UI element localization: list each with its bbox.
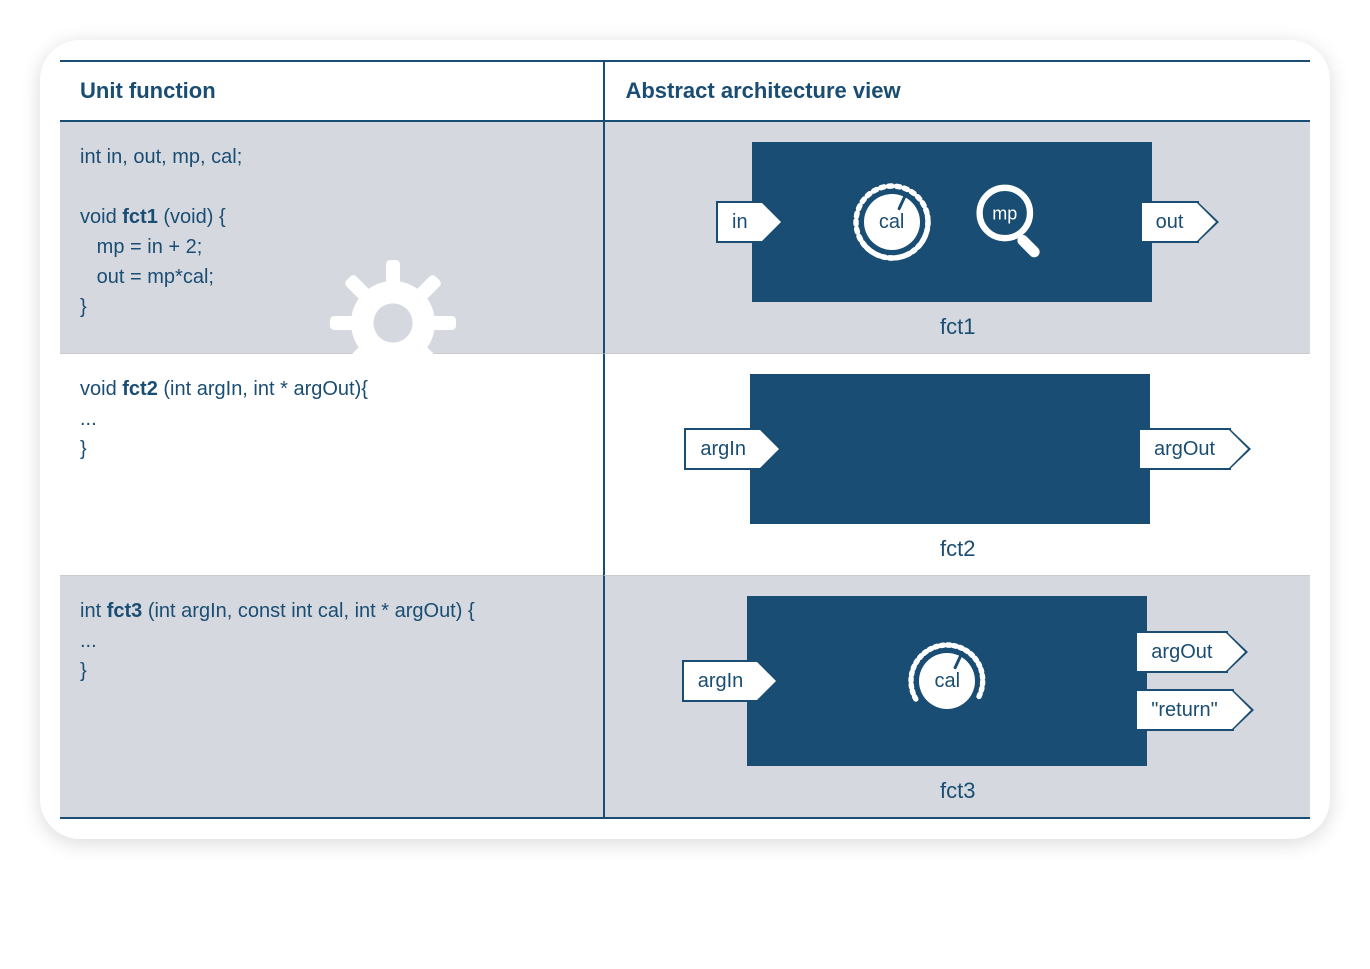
- block-fct1: cal mp: [752, 142, 1152, 302]
- row3-code-cell: int fct3 (int argIn, const int cal, int …: [60, 576, 603, 819]
- output-tag: "return": [1135, 689, 1233, 731]
- dial-cal: cal: [902, 636, 992, 726]
- row3-code: int fct3 (int argIn, const int cal, int …: [80, 596, 583, 686]
- row2-code: void fct2 (int argIn, int * argOut){ ...…: [80, 374, 583, 464]
- diagram-grid: Unit function Abstract architecture view…: [60, 60, 1310, 819]
- row1-arch: in cal mp: [615, 142, 1300, 302]
- block-label: fct1: [940, 310, 975, 343]
- output-tag: argOut: [1135, 631, 1228, 673]
- input-tag: argIn: [682, 660, 760, 702]
- output-tag: out: [1140, 201, 1200, 243]
- svg-text:mp: mp: [992, 203, 1017, 223]
- row2-arch-cell: argIn argOut fct2: [603, 354, 1310, 576]
- block-fct3: cal: [747, 596, 1147, 766]
- row3-arch-cell: argIn cal argOut "return" fct3: [603, 576, 1310, 819]
- block-label: fct3: [940, 774, 975, 807]
- diagram-card: Unit function Abstract architecture view…: [40, 40, 1330, 839]
- input-tag: in: [716, 201, 764, 243]
- dial-label: cal: [935, 666, 961, 696]
- row2-code-cell: void fct2 (int argIn, int * argOut){ ...…: [60, 354, 603, 576]
- input-tag: argIn: [684, 428, 762, 470]
- row1-arch-cell: in cal mp: [603, 122, 1310, 354]
- row2-arch: argIn argOut: [615, 374, 1300, 524]
- dial-label: cal: [879, 207, 905, 237]
- dial-cal: cal: [847, 177, 937, 267]
- header-right: Abstract architecture view: [603, 60, 1310, 122]
- output-tag: argOut: [1138, 428, 1231, 470]
- row1-code-cell: int in, out, mp, cal; void fct1 (void) {…: [60, 122, 603, 354]
- block-fct2: [750, 374, 1150, 524]
- block-label: fct2: [940, 532, 975, 565]
- magnifier-icon: mp: [967, 177, 1057, 267]
- header-left: Unit function: [60, 60, 603, 122]
- row3-arch: argIn cal argOut "return": [615, 596, 1300, 766]
